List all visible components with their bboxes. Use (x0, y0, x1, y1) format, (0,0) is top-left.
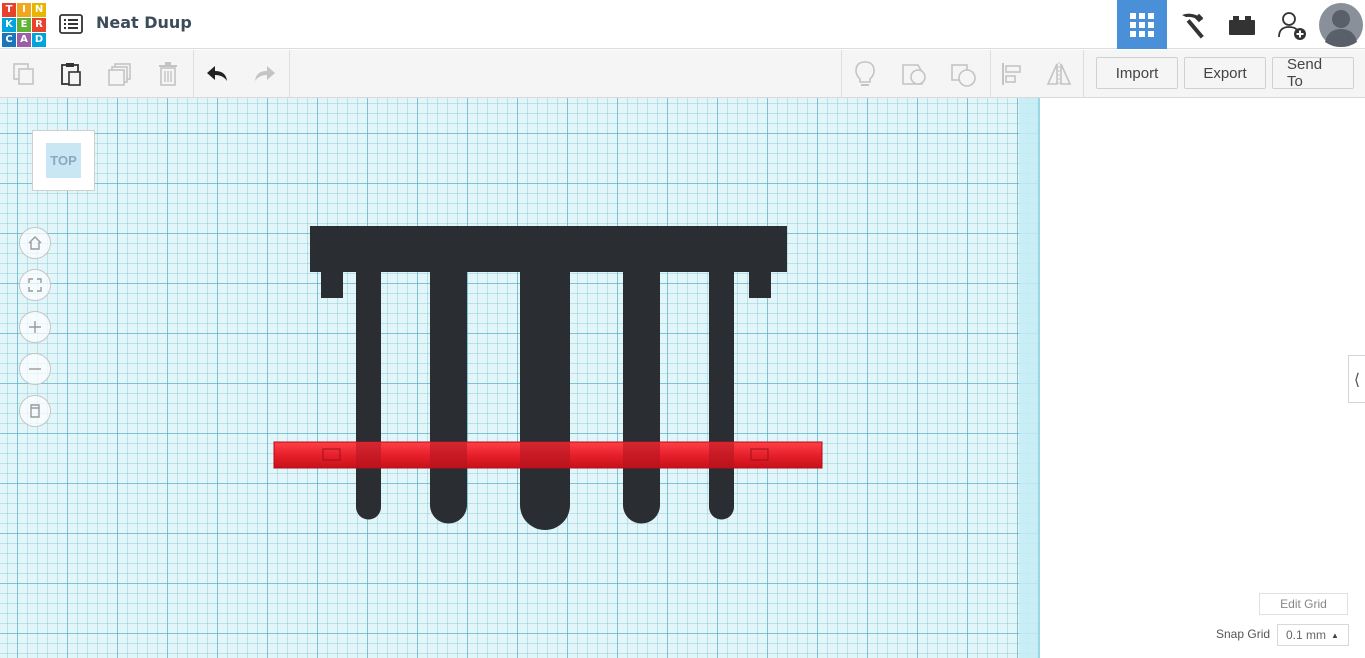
copy-icon (13, 63, 34, 85)
ungroup-button[interactable] (945, 56, 981, 92)
design-model (273, 226, 823, 530)
design-menu-icon[interactable] (58, 11, 84, 37)
edit-toolbar: Import Export Send To (0, 50, 1365, 98)
group-button[interactable] (896, 56, 932, 92)
avatar-icon (1319, 2, 1363, 47)
group-icon (902, 64, 926, 85)
logo-letter: K (2, 18, 16, 32)
redo-icon (255, 66, 275, 81)
send-to-button[interactable]: Send To (1272, 56, 1354, 90)
duplicate-icon (108, 63, 131, 86)
logo-letter: T (2, 3, 16, 17)
profile-avatar-button[interactable] (1317, 0, 1365, 49)
logo-letter: C (2, 33, 16, 47)
logo-letter: D (32, 33, 46, 47)
design-title[interactable]: Neat Duup (96, 13, 192, 32)
delete-button[interactable] (150, 56, 186, 92)
pickaxe-icon (1182, 13, 1204, 39)
caret-up-icon: ▲ (1331, 630, 1339, 640)
collapse-panel-tab[interactable]: ⟨ (1348, 355, 1365, 403)
brick-icon (1229, 15, 1255, 35)
logo-letter: R (32, 18, 46, 32)
align-button[interactable] (994, 56, 1030, 92)
comb-top-bar[interactable] (310, 226, 787, 272)
chevron-left-icon: ⟨ (1353, 369, 1361, 389)
lightbulb-icon (855, 61, 875, 86)
mirror-button[interactable] (1041, 56, 1077, 92)
tinkercad-logo[interactable]: T I N K E R C A D (2, 3, 46, 47)
logo-letter: A (17, 33, 31, 47)
bricks-view-button[interactable] (1217, 0, 1267, 49)
comb-prong[interactable] (430, 272, 467, 524)
logo-letter: I (17, 3, 31, 17)
snap-grid-label: Snap Grid (1216, 627, 1271, 641)
snap-grid-value: 0.1 mm (1286, 628, 1327, 642)
comb-prong[interactable] (709, 272, 734, 520)
toolbar-divider (1083, 50, 1084, 98)
ungroup-icon (951, 64, 976, 87)
paste-icon (61, 63, 81, 86)
codeblocks-view-button[interactable] (1167, 0, 1217, 49)
export-button[interactable]: Export (1184, 57, 1266, 89)
snap-grid-select[interactable]: 0.1 mm ▲ (1277, 624, 1349, 646)
grid-icon (1130, 12, 1154, 37)
edit-grid-button[interactable]: Edit Grid (1259, 593, 1348, 615)
undo-icon (207, 66, 227, 81)
import-button[interactable]: Import (1096, 57, 1178, 89)
toolbar-divider (289, 50, 290, 98)
redo-button[interactable] (246, 56, 282, 92)
undo-button[interactable] (200, 56, 236, 92)
logo-letter: E (17, 18, 31, 32)
mirror-icon (1046, 62, 1072, 86)
top-header: T I N K E R C A D Neat Duup (0, 0, 1365, 49)
add-user-icon (1278, 11, 1306, 40)
trash-icon (159, 62, 177, 86)
comb-prong[interactable] (623, 272, 660, 524)
copy-button[interactable] (6, 56, 42, 92)
notes-button[interactable] (847, 56, 883, 92)
duplicate-button[interactable] (102, 56, 138, 92)
toolbar-divider (990, 50, 991, 98)
comb-left-tab[interactable] (321, 272, 343, 298)
3d-design-view-button[interactable] (1117, 0, 1167, 49)
workplane-grid[interactable]: TOP (0, 98, 1040, 658)
tinkercad-editor: T I N K E R C A D Neat Duup Import Expor… (0, 0, 1365, 658)
comb-prong[interactable] (520, 272, 570, 530)
inspector-panel (1040, 98, 1365, 658)
toolbar-divider (841, 50, 842, 98)
paste-button[interactable] (53, 56, 89, 92)
align-icon (1002, 63, 1021, 85)
invite-user-button[interactable] (1267, 0, 1317, 49)
comb-prong[interactable] (356, 272, 381, 520)
logo-letter: N (32, 3, 46, 17)
comb-right-tab[interactable] (749, 272, 771, 298)
toolbar-divider (193, 50, 194, 98)
